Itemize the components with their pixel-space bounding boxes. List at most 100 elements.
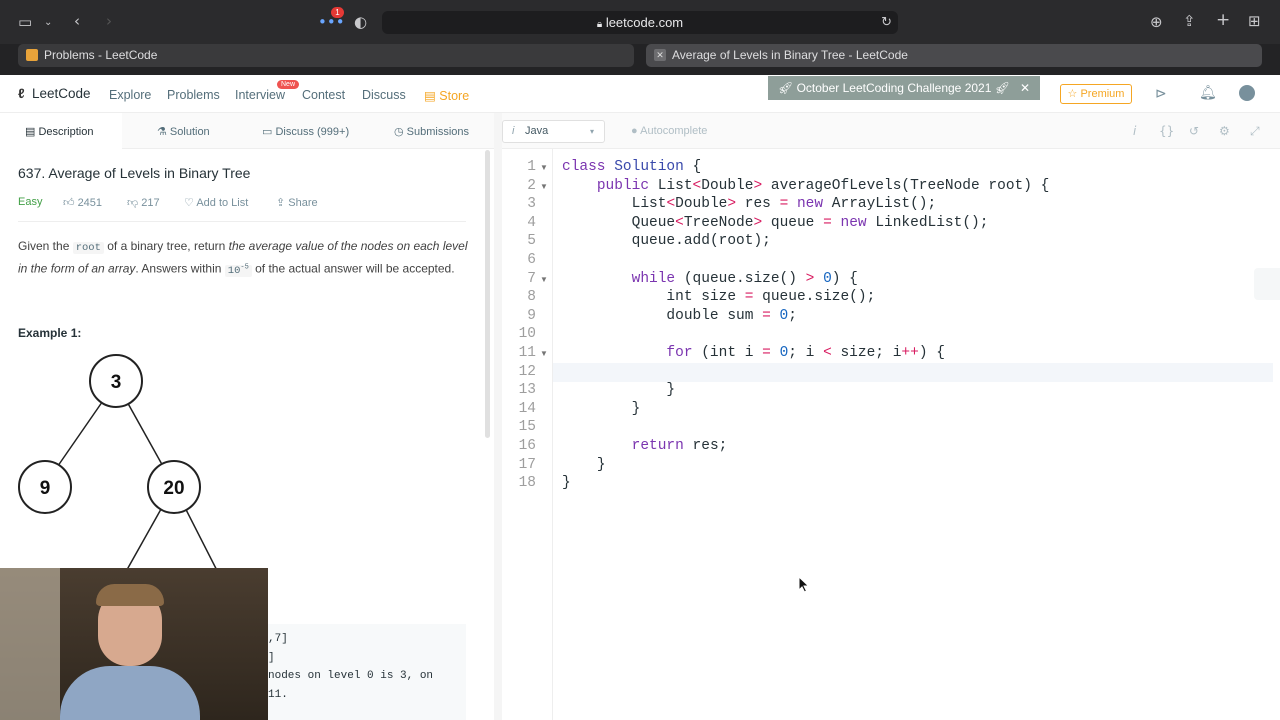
code-token: = <box>762 345 771 361</box>
reload-icon[interactable]: ↻ <box>881 14 892 32</box>
desc-text: of a binary tree, return <box>103 239 229 253</box>
line-number: 16 <box>518 438 536 454</box>
example-tree-diagram: 3 9 20 <box>18 354 223 580</box>
nav-explore[interactable]: Explore <box>109 88 151 102</box>
code-token: new <box>796 196 824 212</box>
code-token: queue <box>770 215 815 231</box>
tree-node-label: 20 <box>163 478 184 499</box>
shield-icon[interactable]: ◐ <box>354 13 367 31</box>
code-token: TreeNode <box>683 215 754 231</box>
like-count: 2451 <box>77 197 103 209</box>
back-icon[interactable]: ‹ <box>74 12 80 30</box>
bell-icon[interactable]: 🔔︎ <box>1199 85 1217 101</box>
share-button[interactable]: ⇪ Share <box>276 196 318 209</box>
scrollbar[interactable] <box>485 150 490 438</box>
notification-badge: 1 <box>331 7 344 18</box>
code-token: new <box>840 215 867 231</box>
store-label: Store <box>439 89 470 103</box>
fold-icon[interactable]: ▼ <box>540 182 548 191</box>
fold-icon[interactable]: ▼ <box>540 275 548 284</box>
code-token: ; i <box>788 345 815 361</box>
leetcode-logo[interactable]: ℓ LeetCode <box>18 86 91 101</box>
new-tab-icon[interactable]: + <box>1216 11 1230 29</box>
tab-submissions[interactable]: ◷ Submissions <box>394 125 469 138</box>
code-token: List <box>631 196 667 212</box>
close-banner-icon[interactable]: ✕ <box>1020 76 1030 100</box>
tab-solution[interactable]: ⚗ Solution <box>157 125 210 138</box>
code-line: } <box>562 475 571 491</box>
code-token: class <box>562 159 606 175</box>
nav-contest[interactable]: Contest <box>302 88 345 102</box>
code-token: < <box>675 215 684 231</box>
inline-code-exponent: 10-5 <box>224 263 252 277</box>
code-editor[interactable]: 1 2 3 4 5 6 7 8 9 10 11 12 13 14 15 16 1… <box>502 149 1280 720</box>
challenge-banner[interactable]: 🚀︎ October LeetCoding Challenge 2021 🚀︎ … <box>768 76 1040 100</box>
code-token: public <box>596 178 650 194</box>
browser-tab-active[interactable]: ✕ Average of Levels in Binary Tree - Lee… <box>646 44 1262 67</box>
nav-problems[interactable]: Problems <box>167 88 220 102</box>
settings-icon[interactable]: ⚙ <box>1219 124 1230 138</box>
close-tab-icon[interactable]: ✕ <box>654 49 666 61</box>
add-to-list-button[interactable]: ♡ Add to List <box>184 196 248 209</box>
code-token: > <box>727 196 737 212</box>
webcam-overlay <box>0 568 268 720</box>
fullscreen-icon[interactable]: ⤢ <box>1250 124 1260 139</box>
tab-overview-icon[interactable]: ⊞ <box>1248 12 1261 30</box>
fold-icon[interactable]: ▼ <box>540 349 548 358</box>
code-line: queue.add(root); <box>562 233 771 249</box>
download-icon[interactable]: ⊕ <box>1150 13 1163 31</box>
code-token: ArrayList(); <box>831 196 937 212</box>
code-token: > <box>805 271 815 287</box>
browser-toolbar: ▭ ⌄ ‹ › ••• 1 ◐ 🔒︎ leetcode.com ↻ ⊕ ⇪ + … <box>0 0 1280 44</box>
tab-description[interactable]: ▤ Description <box>25 125 93 138</box>
problem-title: 637. Average of Levels in Binary Tree <box>18 165 251 181</box>
panel-resizer[interactable] <box>494 113 502 720</box>
dislike-count: 217 <box>141 197 160 209</box>
nav-discuss[interactable]: Discuss <box>362 88 406 102</box>
dislike-button[interactable]: 👎︎ 217 <box>127 196 160 209</box>
sidebar-toggle-icon[interactable]: ▭ <box>18 13 32 31</box>
like-button[interactable]: 👍︎ 2451 <box>63 196 102 209</box>
thumbs-down-icon: 👎︎ <box>127 197 139 209</box>
code-line: } <box>562 401 641 417</box>
line-number: 18 <box>518 475 536 491</box>
code-token: } <box>596 457 606 473</box>
example-output-box: ,7] ] nodes on level 0 is 3, on 11. <box>256 624 466 720</box>
braces-icon[interactable]: {} <box>1159 124 1174 138</box>
code-token: queue.size(); <box>762 289 876 305</box>
autocomplete-toggle[interactable]: ● Autocomplete <box>631 125 707 137</box>
browser-tab-problems[interactable]: Problems - LeetCode <box>18 44 634 67</box>
address-bar[interactable]: 🔒︎ leetcode.com ↻ <box>382 11 898 34</box>
nav-store[interactable]: ▤ Store <box>424 88 469 103</box>
reset-icon[interactable]: ↺ <box>1189 124 1199 138</box>
tab-label: Discuss (999+) <box>275 126 350 138</box>
info-icon[interactable]: i <box>1133 124 1136 138</box>
chevron-down-icon[interactable]: ⌄ <box>44 14 52 32</box>
code-token: = <box>762 308 771 324</box>
line-number: 17 <box>518 457 536 473</box>
code-line: public List<Double> averageOfLevels(Tree… <box>562 178 1050 194</box>
fold-icon[interactable]: ▼ <box>540 163 548 172</box>
playground-icon[interactable]: ⊳ <box>1155 86 1167 102</box>
code-token: ; <box>788 308 797 324</box>
share-icon: ⇪ <box>276 197 286 209</box>
premium-button[interactable]: ☆ Premium <box>1060 84 1132 104</box>
code-token: 0 <box>779 345 789 361</box>
code-token: res; <box>692 438 728 454</box>
mouse-cursor-icon <box>798 576 810 593</box>
code-token: while <box>631 271 676 287</box>
nav-interview[interactable]: Interview <box>235 88 285 102</box>
forward-icon[interactable]: › <box>106 12 112 30</box>
language-select[interactable]: i Java ▾ <box>502 120 605 143</box>
share-icon[interactable]: ⇪ <box>1183 12 1196 30</box>
tab-discuss[interactable]: ▭ Discuss (999+) <box>262 125 349 138</box>
avatar[interactable] <box>1239 85 1255 101</box>
tree-node-label: 3 <box>111 372 122 393</box>
code-token: (queue.size() <box>683 271 797 287</box>
divider <box>18 221 466 222</box>
line-number: 1 <box>527 159 536 175</box>
tab-title: Average of Levels in Binary Tree - LeetC… <box>672 48 908 62</box>
line-number: 5 <box>527 233 536 249</box>
url-text: leetcode.com <box>605 15 684 30</box>
tab-title: Problems - LeetCode <box>44 48 158 62</box>
